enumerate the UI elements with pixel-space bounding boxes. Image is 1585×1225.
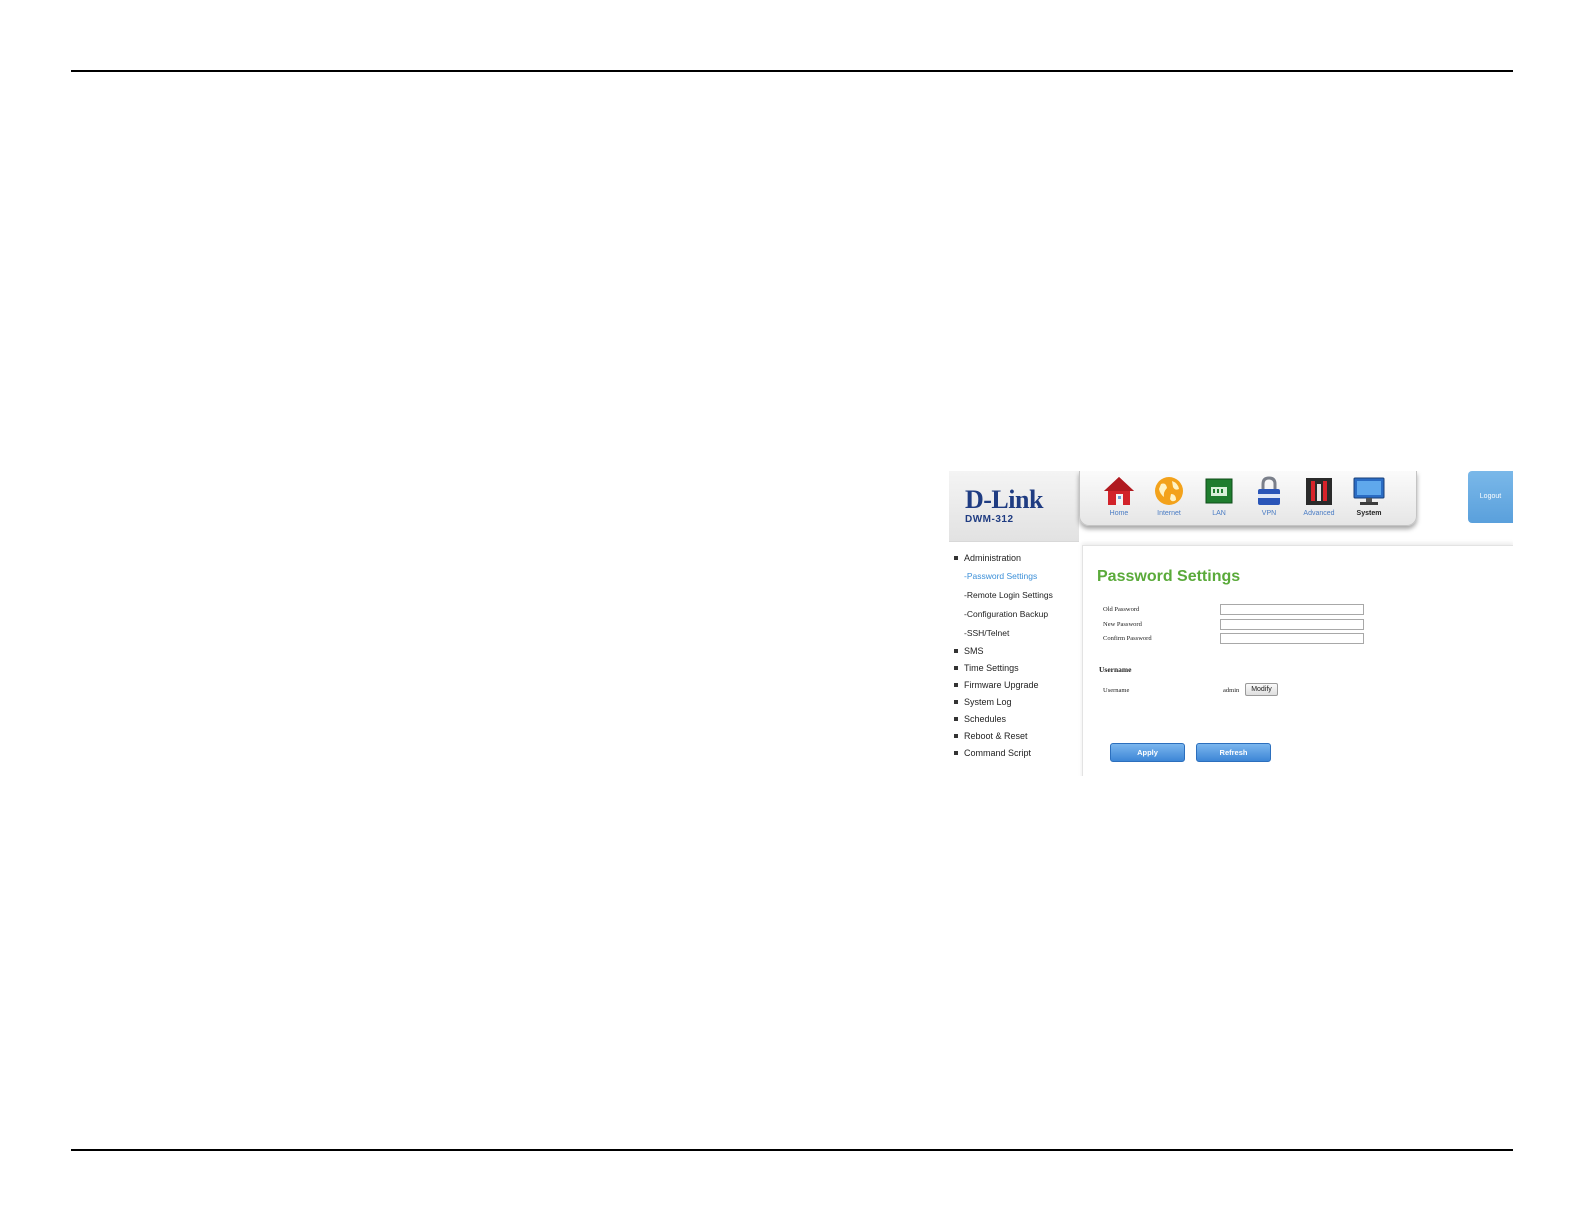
nav-internet-label: Internet — [1157, 510, 1181, 517]
top-nav: Home Internet LAN VPN Advanced System — [1079, 471, 1417, 526]
logo-area: D-Link DWM-312 — [949, 471, 1079, 542]
nav-home[interactable]: Home — [1094, 471, 1144, 525]
username-value: admin — [1223, 687, 1240, 694]
username-section-heading: Username — [1099, 665, 1132, 674]
sidebar-item-label: SMS — [964, 645, 984, 656]
bullet-icon — [954, 699, 958, 704]
nav-vpn-label: VPN — [1261, 510, 1277, 517]
sidebar: Administration -Password Settings -Remot… — [949, 549, 1079, 761]
internet-icon — [1155, 477, 1183, 505]
nav-internet[interactable]: Internet — [1144, 471, 1194, 525]
nav-advanced-label: Advanced — [1303, 510, 1335, 517]
refresh-button[interactable]: Refresh — [1196, 743, 1271, 762]
apply-button[interactable]: Apply — [1110, 743, 1185, 762]
sidebar-item-system-log[interactable]: System Log — [949, 693, 1079, 710]
bullet-icon — [954, 716, 958, 721]
top-rule — [71, 70, 1513, 72]
bullet-icon — [954, 665, 958, 670]
sidebar-subitem-ssh-telnet[interactable]: -SSH/Telnet — [949, 623, 1079, 642]
router-ui-screenshot: D-Link DWM-312 Home Internet LAN VPN Adv… — [949, 471, 1513, 776]
new-password-label: New Password — [1103, 621, 1142, 628]
sidebar-subitem-configuration-backup[interactable]: -Configuration Backup — [949, 604, 1079, 623]
sidebar-item-label: Firmware Upgrade — [964, 679, 1039, 690]
old-password-label: Old Password — [1103, 606, 1140, 613]
sidebar-item-schedules[interactable]: Schedules — [949, 710, 1079, 727]
sidebar-item-label: System Log — [964, 696, 1012, 707]
dlink-logo: D-Link — [965, 485, 1043, 514]
main-content: Password Settings Old Password New Passw… — [1082, 545, 1513, 776]
lan-icon — [1205, 478, 1233, 504]
nav-lan-label: LAN — [1212, 510, 1226, 517]
logout-button[interactable]: Logout — [1468, 471, 1513, 523]
advanced-icon — [1306, 478, 1332, 505]
system-icon — [1353, 477, 1385, 505]
page-title: Password Settings — [1097, 568, 1241, 585]
sidebar-item-label: Administration — [964, 552, 1022, 563]
nav-lan[interactable]: LAN — [1194, 471, 1244, 525]
sidebar-subitem-password-settings[interactable]: -Password Settings — [949, 566, 1079, 585]
nav-system[interactable]: System — [1344, 471, 1394, 525]
sidebar-item-administration[interactable]: Administration — [949, 549, 1079, 566]
sidebar-item-label: Command Script — [964, 747, 1032, 758]
nav-advanced[interactable]: Advanced — [1294, 471, 1344, 525]
nav-vpn[interactable]: VPN — [1244, 471, 1294, 525]
sidebar-item-label: Schedules — [964, 713, 1007, 724]
nav-home-label: Home — [1109, 510, 1129, 517]
bullet-icon — [954, 682, 958, 687]
model-name: DWM-312 — [965, 514, 1014, 525]
vpn-icon — [1258, 476, 1280, 505]
nav-system-label: System — [1356, 510, 1382, 517]
confirm-password-input[interactable] — [1220, 633, 1364, 644]
username-label: Username — [1103, 687, 1130, 694]
bullet-icon — [954, 555, 958, 560]
sidebar-subitem-remote-login-settings[interactable]: -Remote Login Settings — [949, 585, 1079, 604]
sidebar-item-label: Time Settings — [964, 662, 1019, 673]
bottom-rule — [71, 1149, 1513, 1151]
sidebar-item-sms[interactable]: SMS — [949, 642, 1079, 659]
confirm-password-label: Confirm Password — [1103, 635, 1152, 642]
bullet-icon — [954, 733, 958, 738]
sidebar-item-command-script[interactable]: Command Script — [949, 744, 1079, 761]
old-password-input[interactable] — [1220, 604, 1364, 615]
home-icon — [1104, 477, 1134, 505]
new-password-input[interactable] — [1220, 619, 1364, 630]
sidebar-item-label: Reboot & Reset — [964, 730, 1028, 741]
bullet-icon — [954, 648, 958, 653]
modify-button[interactable]: Modify — [1245, 683, 1278, 696]
sidebar-item-firmware-upgrade[interactable]: Firmware Upgrade — [949, 676, 1079, 693]
sidebar-item-time-settings[interactable]: Time Settings — [949, 659, 1079, 676]
bullet-icon — [954, 750, 958, 755]
sidebar-item-reboot-reset[interactable]: Reboot & Reset — [949, 727, 1079, 744]
